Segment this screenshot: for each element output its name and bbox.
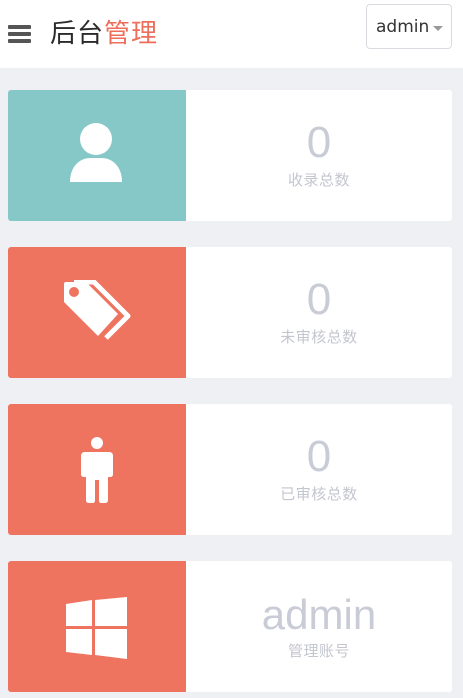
person-standing-icon — [81, 437, 113, 503]
user-icon — [70, 123, 122, 182]
user-dropdown-value: admin — [376, 17, 430, 37]
top-header: 后台管理 admin — [0, 0, 463, 68]
caret-down-icon — [433, 26, 443, 31]
page-title: 后台管理 — [50, 16, 158, 52]
stat-label: 管理账号 — [287, 642, 350, 660]
stat-value: 0 — [306, 275, 332, 324]
stat-card-icon-box — [8, 561, 186, 692]
stat-card-reviewed[interactable]: 0 已审核总数 — [8, 404, 452, 535]
stat-card-content: admin 管理账号 — [186, 561, 452, 692]
stat-label: 收录总数 — [287, 171, 350, 189]
stat-card-content: 0 收录总数 — [186, 90, 452, 221]
user-dropdown[interactable]: admin — [366, 4, 452, 49]
stat-card-content: 0 已审核总数 — [186, 404, 452, 535]
windows-icon — [66, 597, 127, 659]
stat-card-icon-box — [8, 404, 186, 535]
page-title-primary: 后台 — [50, 19, 105, 49]
stat-label: 未审核总数 — [280, 328, 358, 346]
stat-card-content: 0 未审核总数 — [186, 247, 452, 378]
stat-card-account[interactable]: admin 管理账号 — [8, 561, 452, 692]
stat-card-icon-box — [8, 247, 186, 378]
hamburger-menu-icon[interactable] — [8, 23, 32, 45]
stat-label: 已审核总数 — [280, 485, 358, 503]
stat-card-unreviewed[interactable]: 0 未审核总数 — [8, 247, 452, 378]
stat-value: 0 — [306, 118, 332, 167]
page-title-accent: 管理 — [104, 19, 159, 49]
tags-icon — [64, 280, 131, 340]
stat-card-icon-box — [8, 90, 186, 221]
stat-value: 0 — [306, 432, 332, 481]
stat-value: admin — [261, 591, 377, 638]
stat-card-total[interactable]: 0 收录总数 — [8, 90, 452, 221]
